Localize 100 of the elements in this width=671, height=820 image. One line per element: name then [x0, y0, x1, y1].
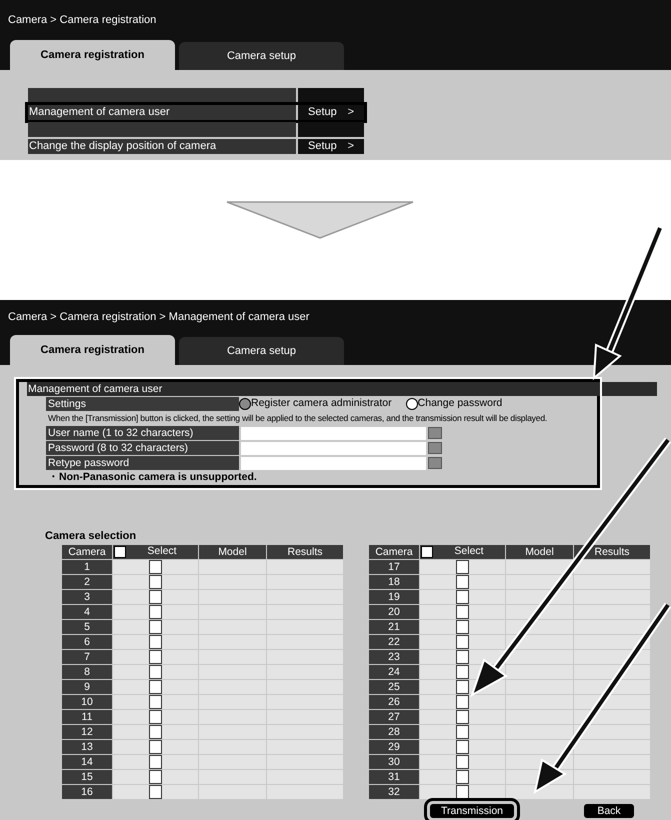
- column-header: Camera: [369, 544, 419, 558]
- camera-number: 24: [369, 664, 419, 678]
- checkbox[interactable]: [149, 620, 162, 634]
- checkbox[interactable]: [149, 710, 162, 724]
- camera-number: 3: [62, 590, 112, 604]
- camera-number: 6: [62, 634, 112, 648]
- setup-button[interactable]: Setup >: [298, 139, 364, 154]
- column-header: Model: [199, 544, 266, 558]
- checkbox[interactable]: [456, 604, 469, 618]
- checkbox[interactable]: [456, 694, 469, 708]
- section-title: Management of camera user: [27, 382, 657, 396]
- select-all-checkbox[interactable]: [114, 546, 126, 558]
- breadcrumb: Camera > Camera registration: [8, 12, 156, 28]
- tab[interactable]: Camera setup: [179, 42, 344, 70]
- camera-number: 9: [62, 680, 112, 694]
- checkbox[interactable]: [456, 620, 469, 634]
- camera-number: 28: [369, 724, 419, 738]
- camera-number: 11: [62, 710, 112, 724]
- camera-number: 5: [62, 620, 112, 634]
- checkbox[interactable]: [456, 754, 469, 768]
- camera-number: 14: [62, 754, 112, 768]
- notice-text: When the [Transmission] button is clicked, the setting will be applied to the selected cameras, and the transmission result will be displayed.: [47, 412, 548, 425]
- breadcrumb: Camera > Camera registration > Management of camera user: [8, 310, 310, 326]
- checkbox[interactable]: [456, 740, 469, 754]
- field-label: Password (8 to 32 characters): [46, 441, 239, 455]
- select-all-checkbox[interactable]: [421, 546, 433, 558]
- checkbox[interactable]: [456, 650, 469, 664]
- checkbox[interactable]: [456, 724, 469, 738]
- setup-button-background: [298, 122, 364, 137]
- tab[interactable]: Camera registration: [10, 40, 175, 70]
- checkbox[interactable]: [456, 710, 469, 724]
- camera-number: 29: [369, 740, 419, 754]
- column-header: Camera: [62, 544, 112, 558]
- back-button[interactable]: Back: [584, 804, 634, 818]
- checkbox[interactable]: [149, 740, 162, 754]
- checkbox[interactable]: [149, 604, 162, 618]
- checkbox[interactable]: [149, 680, 162, 694]
- column-header: Select: [146, 544, 178, 559]
- settings-label: Settings: [46, 397, 239, 411]
- field-label: User name (1 to 32 characters): [46, 426, 239, 440]
- camera-number: 15: [62, 770, 112, 784]
- camera-number: 1: [62, 560, 112, 574]
- column-header: Model: [506, 544, 573, 558]
- checkbox[interactable]: [456, 680, 469, 694]
- checkbox[interactable]: [456, 560, 469, 574]
- checkbox[interactable]: [456, 664, 469, 678]
- camera-number: 32: [369, 784, 419, 798]
- checkbox[interactable]: [149, 634, 162, 648]
- tab[interactable]: Camera setup: [179, 337, 344, 365]
- setup-button-background: [298, 88, 364, 103]
- checkbox[interactable]: [149, 694, 162, 708]
- input-field[interactable]: [241, 456, 426, 470]
- camera-number: 13: [62, 740, 112, 754]
- checkbox[interactable]: [149, 724, 162, 738]
- camera-number: 19: [369, 590, 419, 604]
- setup-button[interactable]: Setup >: [298, 105, 364, 120]
- camera-number: 8: [62, 664, 112, 678]
- checkbox[interactable]: [149, 664, 162, 678]
- camera-number: 18: [369, 574, 419, 588]
- checkbox[interactable]: [456, 784, 469, 798]
- checkbox[interactable]: [149, 650, 162, 664]
- checkbox[interactable]: [456, 634, 469, 648]
- camera-number: 16: [62, 784, 112, 798]
- radio-option[interactable]: Change password: [406, 396, 502, 412]
- radio-button[interactable]: [239, 398, 251, 410]
- checkbox[interactable]: [149, 754, 162, 768]
- camera-number: 2: [62, 574, 112, 588]
- column-header: Select: [453, 544, 485, 559]
- camera-number: 22: [369, 634, 419, 648]
- radio-option[interactable]: Register camera administrator: [239, 396, 392, 412]
- menu-label: Change the display position of camera: [28, 139, 296, 154]
- checkbox[interactable]: [149, 770, 162, 784]
- camera-number: 27: [369, 710, 419, 724]
- checkbox[interactable]: [149, 574, 162, 588]
- checkbox[interactable]: [456, 770, 469, 784]
- camera-number: 10: [62, 694, 112, 708]
- section-heading: Camera selection: [45, 530, 136, 542]
- transmission-button[interactable]: Transmission: [430, 804, 514, 818]
- column-header: Results: [267, 544, 343, 558]
- checkbox[interactable]: [149, 784, 162, 798]
- tab[interactable]: Camera registration: [10, 335, 175, 365]
- checkbox[interactable]: [149, 560, 162, 574]
- camera-number: 25: [369, 680, 419, 694]
- camera-number: 31: [369, 770, 419, 784]
- camera-number: 12: [62, 724, 112, 738]
- camera-number: 23: [369, 650, 419, 664]
- camera-number: 26: [369, 694, 419, 708]
- down-arrow-icon: [225, 200, 415, 240]
- footnote-text: ・Non-Panasonic camera is unsupported.: [47, 471, 258, 484]
- radio-button[interactable]: [406, 398, 418, 410]
- checkbox[interactable]: [149, 590, 162, 604]
- camera-number: 7: [62, 650, 112, 664]
- checkbox[interactable]: [456, 574, 469, 588]
- input-field[interactable]: [241, 442, 426, 454]
- checkbox[interactable]: [456, 590, 469, 604]
- field-label: Retype password: [46, 456, 239, 470]
- input-field[interactable]: [241, 426, 426, 440]
- camera-number: 30: [369, 754, 419, 768]
- menu-label: Management of camera user: [28, 105, 296, 120]
- camera-number: 21: [369, 620, 419, 634]
